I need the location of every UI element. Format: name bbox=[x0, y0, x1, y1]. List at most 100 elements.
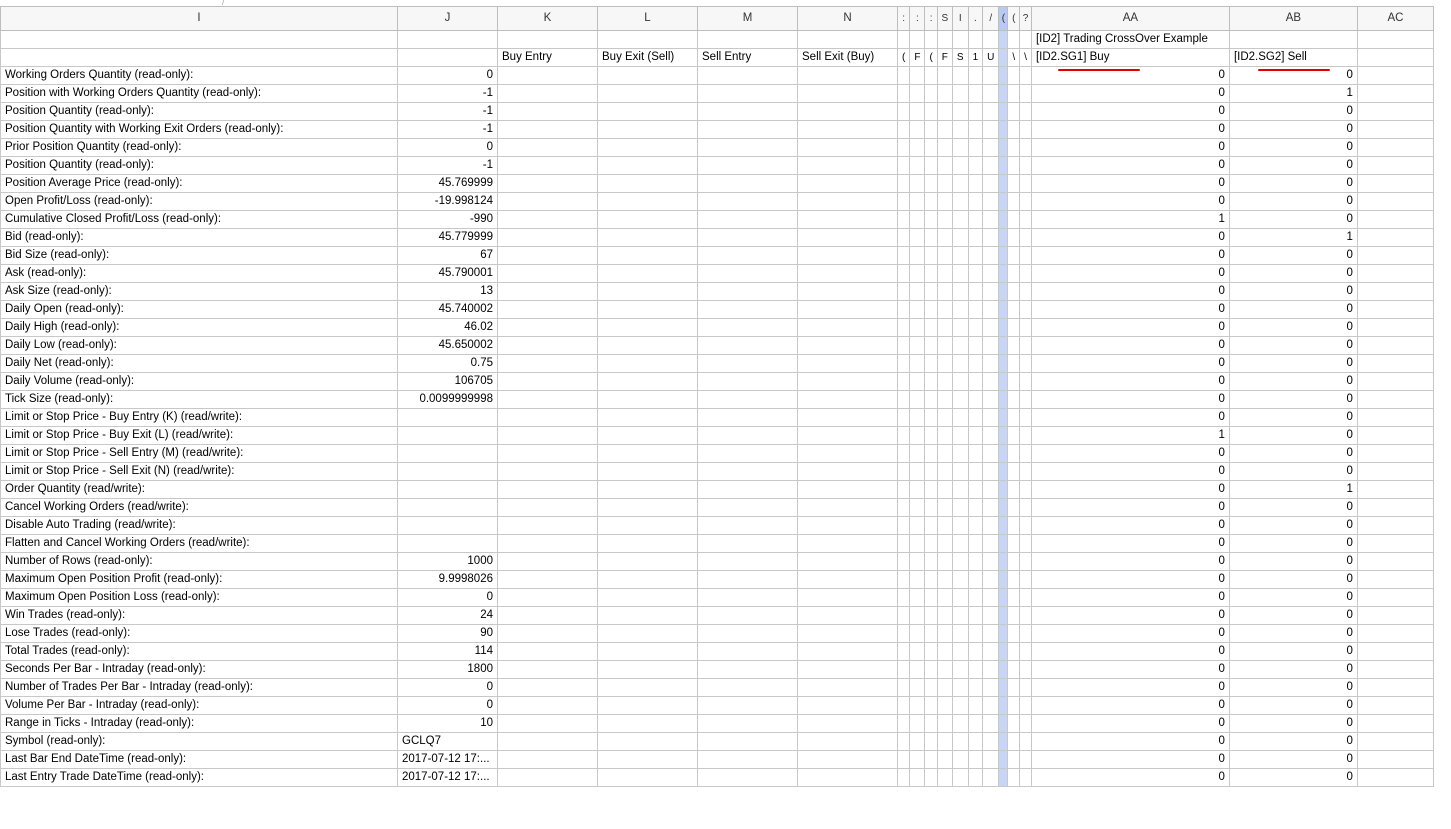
cell-m[interactable] bbox=[697, 768, 798, 787]
buy-signal-cell[interactable]: 0 bbox=[1030, 138, 1230, 157]
cell-n4[interactable] bbox=[936, 624, 953, 643]
cell-n2[interactable] bbox=[909, 534, 926, 553]
cell-n6[interactable] bbox=[967, 750, 984, 769]
sell-signal-cell[interactable]: 0 bbox=[1228, 120, 1358, 139]
buy-signal-cell[interactable]: 0 bbox=[1030, 606, 1230, 625]
cell-sel[interactable] bbox=[998, 192, 1009, 211]
cell-n3[interactable] bbox=[924, 30, 938, 49]
cell-n7[interactable] bbox=[982, 750, 1000, 769]
cell-n[interactable] bbox=[797, 372, 898, 391]
cell-sel[interactable] bbox=[998, 696, 1009, 715]
cell-n6[interactable] bbox=[967, 354, 984, 373]
row-label-cell[interactable]: Cumulative Closed Profit/Loss (read-only… bbox=[0, 210, 398, 229]
cell-ac[interactable] bbox=[1356, 462, 1434, 481]
cell-n8[interactable]: \ bbox=[1007, 48, 1021, 67]
cell-n6[interactable] bbox=[967, 102, 984, 121]
cell-m[interactable] bbox=[697, 750, 798, 769]
column-header-n8[interactable]: ( bbox=[1007, 6, 1021, 31]
cell-n1[interactable] bbox=[896, 768, 911, 787]
cell-n7[interactable] bbox=[982, 282, 1000, 301]
value-cell[interactable]: 114 bbox=[397, 642, 498, 661]
cell-m[interactable] bbox=[697, 336, 798, 355]
cell-n2[interactable] bbox=[909, 318, 926, 337]
cell-n9[interactable] bbox=[1019, 246, 1032, 265]
cell-n7[interactable] bbox=[982, 66, 1000, 85]
cell-n3[interactable] bbox=[924, 696, 938, 715]
cell-l[interactable] bbox=[597, 534, 698, 553]
cell-l[interactable] bbox=[597, 426, 698, 445]
cell-l[interactable] bbox=[597, 372, 698, 391]
cell-m[interactable] bbox=[697, 210, 798, 229]
cell-m[interactable] bbox=[697, 102, 798, 121]
cell-l[interactable] bbox=[597, 354, 698, 373]
value-cell[interactable]: 1000 bbox=[397, 552, 498, 571]
cell-k[interactable] bbox=[497, 336, 598, 355]
cell-sel[interactable] bbox=[998, 768, 1009, 787]
cell-n1[interactable] bbox=[896, 30, 911, 49]
cell-n3[interactable] bbox=[924, 714, 938, 733]
cell-n6[interactable] bbox=[967, 444, 984, 463]
row-label-cell[interactable]: Seconds Per Bar - Intraday (read-only): bbox=[0, 660, 398, 679]
cell-ac[interactable] bbox=[1356, 246, 1434, 265]
cell-n1[interactable] bbox=[896, 336, 911, 355]
cell-ac[interactable] bbox=[1356, 444, 1434, 463]
cell-n6[interactable] bbox=[967, 534, 984, 553]
cell-n4[interactable] bbox=[936, 696, 953, 715]
cell-l[interactable] bbox=[597, 552, 698, 571]
cell-sel[interactable] bbox=[998, 714, 1009, 733]
cell-n4[interactable] bbox=[936, 552, 953, 571]
buy-signal-cell[interactable]: 0 bbox=[1030, 390, 1230, 409]
cell-n2[interactable] bbox=[909, 570, 926, 589]
row-label-cell[interactable]: Limit or Stop Price - Sell Entry (M) (re… bbox=[0, 444, 398, 463]
cell-l[interactable] bbox=[597, 66, 698, 85]
cell-j[interactable] bbox=[397, 30, 498, 49]
cell-n7[interactable] bbox=[982, 498, 1000, 517]
cell-m[interactable] bbox=[697, 228, 798, 247]
sell-signal-cell[interactable]: 0 bbox=[1228, 246, 1358, 265]
cell-n5[interactable] bbox=[951, 138, 969, 157]
cell-l[interactable] bbox=[597, 174, 698, 193]
cell-k[interactable] bbox=[497, 678, 598, 697]
cell-n5[interactable] bbox=[951, 174, 969, 193]
cell-n5[interactable] bbox=[951, 768, 969, 787]
cell-n9[interactable] bbox=[1019, 696, 1032, 715]
column-header-l[interactable]: L bbox=[597, 6, 698, 31]
row-label-cell[interactable]: Position Quantity (read-only): bbox=[0, 156, 398, 175]
cell-l[interactable] bbox=[597, 732, 698, 751]
cell-n3[interactable] bbox=[924, 480, 938, 499]
cell-n[interactable] bbox=[797, 300, 898, 319]
cell-n6[interactable] bbox=[967, 210, 984, 229]
cell-n4[interactable] bbox=[936, 534, 953, 553]
cell-n4[interactable] bbox=[936, 372, 953, 391]
cell-n8[interactable] bbox=[1007, 750, 1021, 769]
sell-signal-cell[interactable]: 0 bbox=[1228, 156, 1358, 175]
sell-signal-cell[interactable]: 0 bbox=[1228, 516, 1358, 535]
cell-ac[interactable] bbox=[1356, 228, 1434, 247]
cell-n7[interactable] bbox=[982, 714, 1000, 733]
cell-n3[interactable] bbox=[924, 462, 938, 481]
value-cell[interactable]: 90 bbox=[397, 624, 498, 643]
cell-k[interactable] bbox=[497, 552, 598, 571]
cell-n7[interactable] bbox=[982, 318, 1000, 337]
cell-n8[interactable] bbox=[1007, 372, 1021, 391]
cell-n6[interactable] bbox=[967, 156, 984, 175]
cell-n4[interactable] bbox=[936, 462, 953, 481]
cell-n8[interactable] bbox=[1007, 642, 1021, 661]
cell-ac[interactable] bbox=[1356, 336, 1434, 355]
cell-n1[interactable] bbox=[896, 696, 911, 715]
buy-signal-cell[interactable]: 0 bbox=[1030, 552, 1230, 571]
cell-n[interactable] bbox=[797, 660, 898, 679]
cell-n8[interactable] bbox=[1007, 174, 1021, 193]
cell-n3[interactable] bbox=[924, 588, 938, 607]
cell-n9[interactable] bbox=[1019, 678, 1032, 697]
cell-m[interactable] bbox=[697, 426, 798, 445]
cell-k[interactable] bbox=[497, 426, 598, 445]
cell-n8[interactable] bbox=[1007, 696, 1021, 715]
buy-signal-cell[interactable]: 0 bbox=[1030, 336, 1230, 355]
buy-signal-cell[interactable]: 0 bbox=[1030, 246, 1230, 265]
value-cell[interactable]: -1 bbox=[397, 84, 498, 103]
cell-n6[interactable] bbox=[967, 174, 984, 193]
value-cell[interactable]: 24 bbox=[397, 606, 498, 625]
cell-l[interactable] bbox=[597, 462, 698, 481]
row-label-cell[interactable]: Daily Net (read-only): bbox=[0, 354, 398, 373]
